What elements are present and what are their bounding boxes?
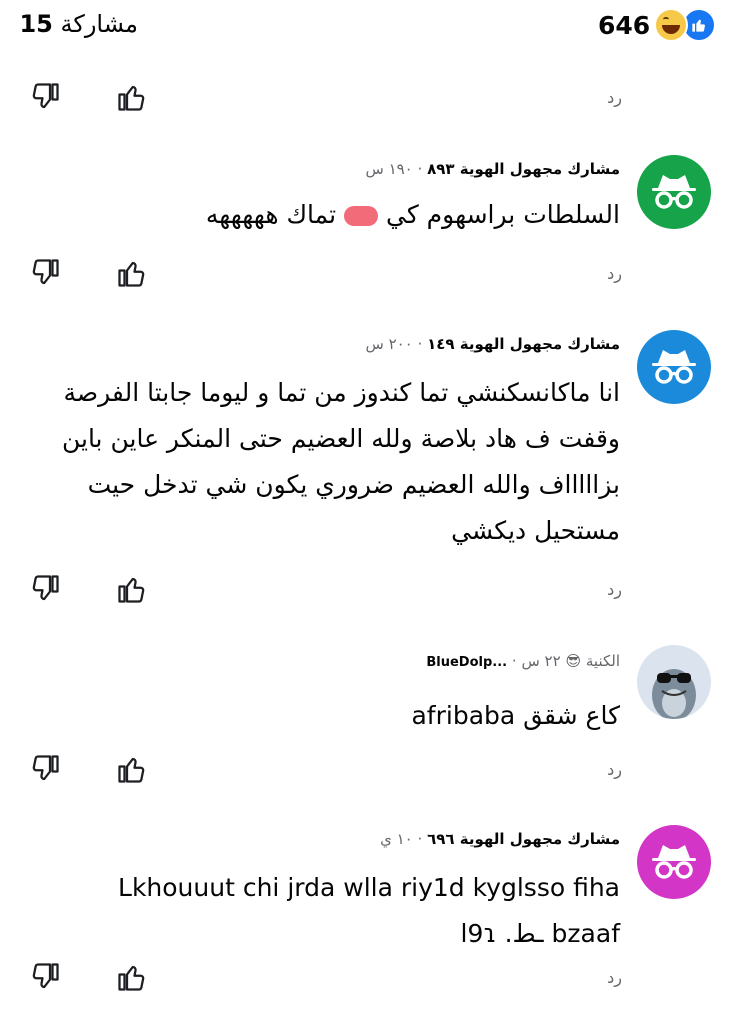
comment-actions: رد (22, 572, 622, 612)
shares-label: مشاركة (60, 10, 138, 38)
reply-button[interactable]: رد (607, 264, 622, 283)
comment-text: السلطات براسهوم كي تماك هههههه (80, 192, 620, 238)
like-icon[interactable] (117, 258, 147, 292)
like-icon[interactable] (117, 82, 147, 116)
comment-text: انا ماكانسكنشي تما كندوز من تما و ليوما … (20, 370, 620, 554)
dislike-icon[interactable] (30, 962, 60, 996)
shares-count[interactable]: 15 مشاركة (11, 10, 138, 38)
comment-line: l9ɿ .ـط bzaaf (460, 919, 620, 948)
commenter-name[interactable]: مشارك مجهول الهوية ١٤٩ (427, 335, 620, 353)
like-icon[interactable] (117, 574, 147, 608)
redaction-mark (344, 206, 379, 226)
comment-actions: رد (22, 256, 622, 296)
comment-text: كاع شقق afribaba (411, 701, 620, 730)
incognito-avatar[interactable] (637, 155, 711, 229)
comment-line: مستحيل ديكشي (451, 516, 620, 545)
comment-actions: رد (22, 752, 622, 792)
comment-meta: الكنية 😎 ٢٢ س · ...BlueDolp (426, 652, 620, 670)
comment-meta: مشارك مجهول الهوية ١٤٩ · ٢٠٠ س (365, 335, 620, 353)
commenter-name[interactable]: مشارك مجهول الهوية ٦٩٦ (427, 830, 620, 848)
haha-reaction-icon (654, 8, 689, 42)
comment-actions: رد (22, 960, 622, 1000)
comment-text-part: تماك هههههه (205, 200, 337, 229)
comment-meta: مشارك مجهول الهوية ٨٩٣ · ١٩٠ س (365, 160, 620, 178)
comment-time[interactable]: ١٩٠ س (365, 160, 412, 178)
reactions-summary[interactable]: 646 (598, 8, 717, 42)
comment-actions: رد (22, 80, 622, 120)
commenter-nickname-label: الكنية (585, 652, 620, 670)
comment-line: انا ماكانسكنشي تما كندوز من تما و ليوما … (63, 378, 621, 407)
dislike-icon[interactable] (30, 754, 60, 788)
dislike-icon[interactable] (30, 574, 60, 608)
reply-button[interactable]: رد (607, 760, 622, 779)
dislike-icon[interactable] (30, 258, 60, 292)
reply-button[interactable]: رد (607, 968, 622, 987)
like-icon[interactable] (117, 962, 147, 996)
comment-line: وقفت ف هاد بلاصة ولله العضيم حتى المنكر … (61, 424, 620, 453)
comment-time[interactable]: ٢٢ س (521, 652, 560, 670)
like-icon[interactable] (117, 754, 147, 788)
comment-line: بزاااااف والله العضيم ضروري يكون شي تدخل… (87, 470, 620, 499)
comment-line: Lkhouuut chi jrda wlla riy1d kyglsso fih… (118, 873, 620, 902)
comment-time[interactable]: ١٠ ي (380, 830, 413, 848)
dislike-icon[interactable] (30, 82, 60, 116)
reactions-count: 646 (598, 10, 651, 40)
incognito-avatar[interactable] (637, 330, 711, 404)
comment-text: Lkhouuut chi jrda wlla riy1d kyglsso fih… (20, 865, 620, 957)
reply-button[interactable]: رد (607, 88, 622, 107)
sunglasses-emoji-icon: 😎 (565, 652, 582, 670)
comment-time[interactable]: ٢٠٠ س (365, 335, 412, 353)
comment-meta: مشارك مجهول الهوية ٦٩٦ · ١٠ ي (380, 830, 620, 848)
dolphin-sunglasses-avatar[interactable] (637, 645, 711, 719)
comment-text-part: السلطات براسهوم كي (386, 200, 620, 229)
incognito-avatar[interactable] (637, 825, 711, 899)
shares-number: 15 (19, 10, 53, 38)
commenter-name[interactable]: مشارك مجهول الهوية ٨٩٣ (427, 160, 620, 178)
commenter-name[interactable]: ...BlueDolp (426, 655, 507, 670)
reply-button[interactable]: رد (607, 580, 622, 599)
